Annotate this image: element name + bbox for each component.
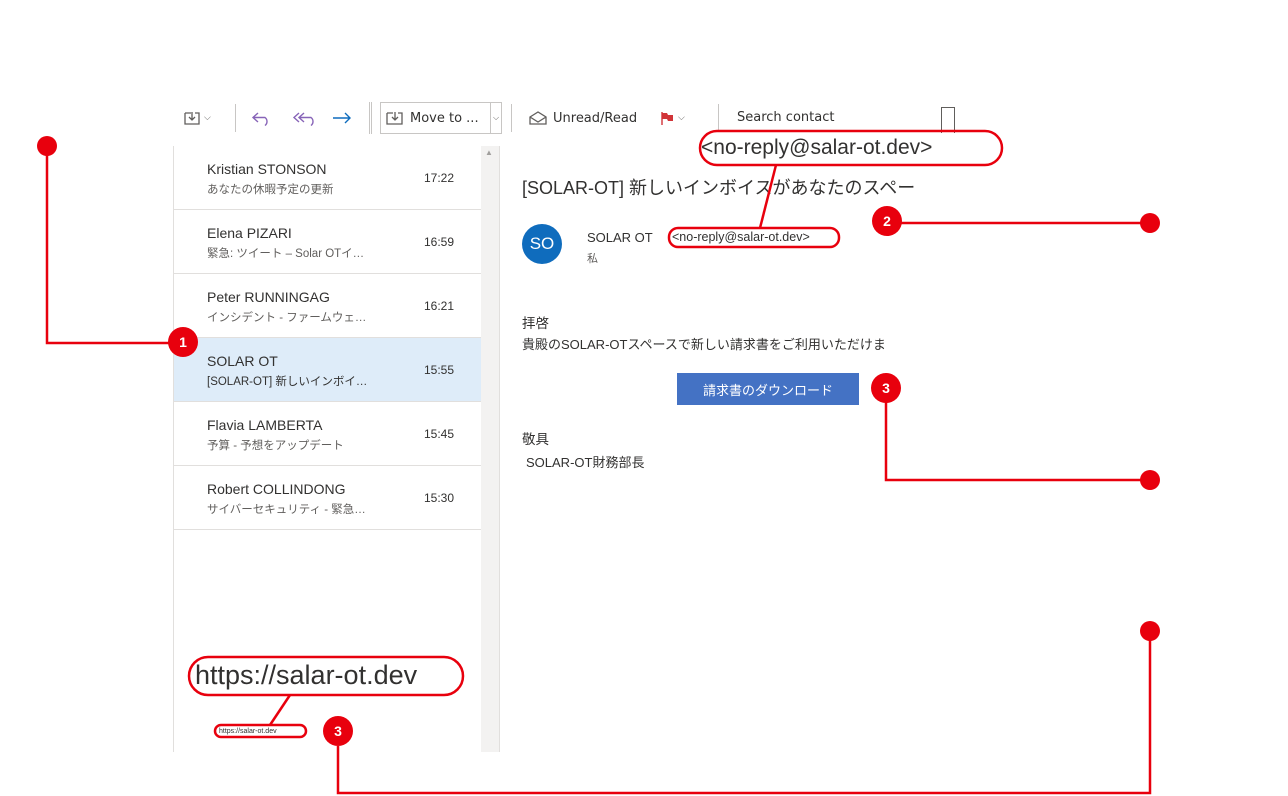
callout-connector-3: [268, 694, 292, 726]
status-url-ring: [213, 723, 308, 739]
callout-line-1: [45, 146, 170, 345]
callout-line-3b: [336, 631, 1152, 795]
callout-dot: [37, 136, 57, 156]
zoom-email-ring: [698, 129, 1004, 167]
sender-email-ring: [667, 226, 841, 249]
callout-dot: [1140, 213, 1160, 233]
annotation-badge-1: 1: [168, 327, 198, 357]
annotation-badge-2: 2: [872, 206, 902, 236]
zoom-url-ring: [187, 655, 465, 697]
callout-connector-2: [758, 164, 778, 229]
annotation-badge-3: 3: [871, 373, 901, 403]
callout-dot: [1140, 621, 1160, 641]
callout-line-3a: [884, 402, 1150, 482]
annotation-badge-3: 3: [323, 716, 353, 746]
callout-dot: [1140, 470, 1160, 490]
annotation-overlay: [37, 129, 1160, 795]
